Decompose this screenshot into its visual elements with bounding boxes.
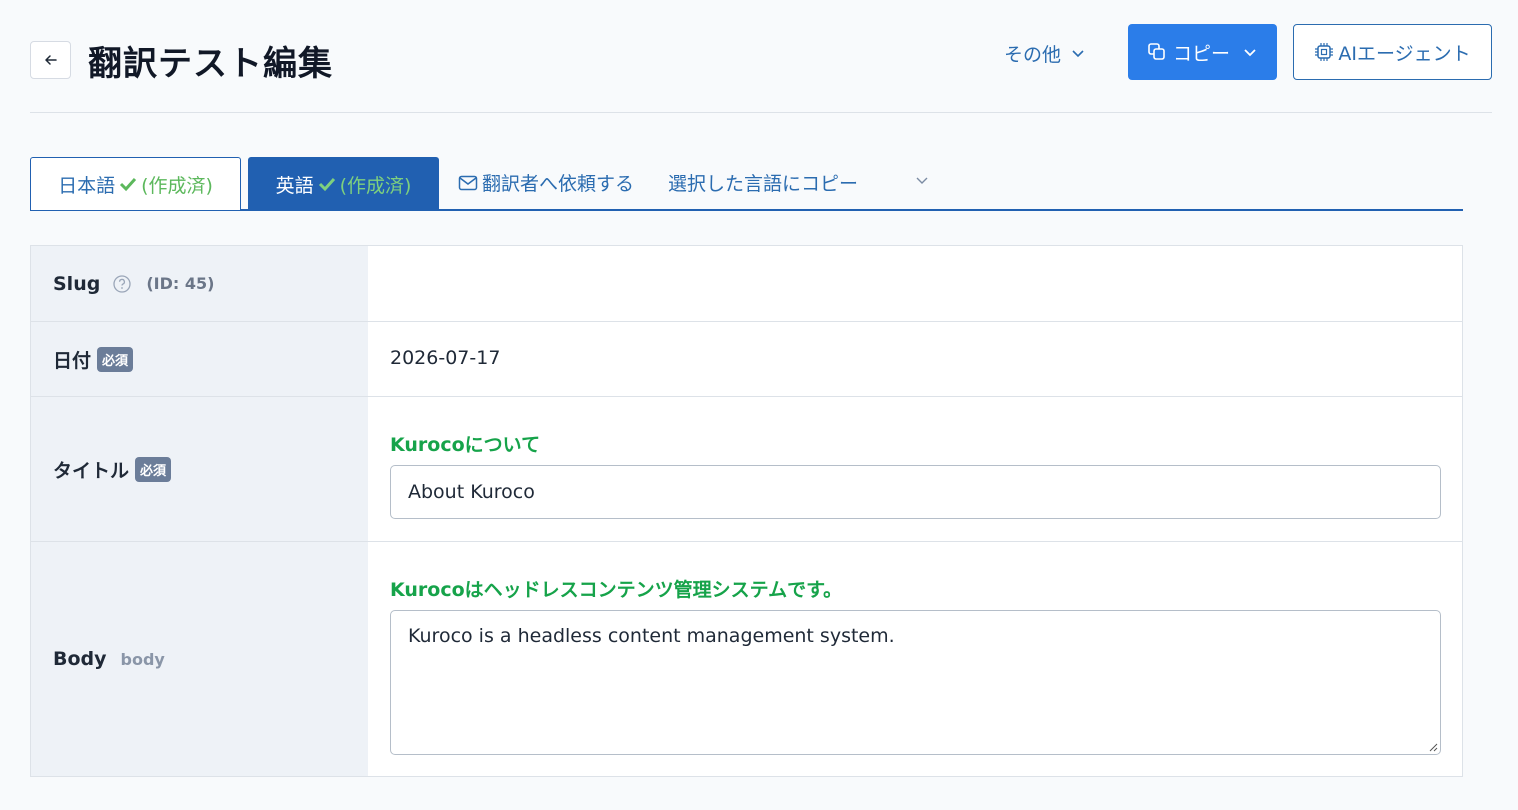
field-value-cell: Kurocoについて About Kuroco: [390, 397, 1442, 541]
copy-icon: [1148, 43, 1165, 60]
tab-status: (作成済): [339, 174, 412, 197]
ai-agent-label: AIエージェント: [1338, 42, 1471, 65]
copy-to-language-label: 選択した言語にコピー: [668, 173, 859, 195]
required-badge: 必須: [97, 346, 134, 372]
copy-button-label: コピー: [1172, 42, 1230, 65]
copy-to-language-link[interactable]: 選択した言語にコピー: [668, 169, 858, 196]
field-key: body: [120, 649, 165, 669]
chevron-down-icon: [916, 177, 928, 184]
copy-button[interactable]: コピー: [1128, 24, 1277, 80]
resize-handle-icon[interactable]: [1428, 742, 1438, 752]
date-value[interactable]: 2026-07-17: [390, 347, 500, 369]
tab-japanese[interactable]: 日本語 (作成済): [30, 157, 241, 210]
body-textarea[interactable]: Kuroco is a headless content management …: [390, 610, 1441, 755]
page-header: 翻訳テスト編集 その他 コピー AIエージェント: [30, 24, 1492, 84]
field-value-cell: [390, 246, 1442, 321]
more-menu-label: その他: [1004, 43, 1062, 66]
form-row-slug: Slug (ID: 45): [31, 246, 1462, 322]
chip-icon: [1315, 43, 1334, 61]
source-reference-text: Kurocoはヘッドレスコンテンツ管理システムです。: [390, 579, 843, 601]
ai-agent-button[interactable]: AIエージェント: [1293, 24, 1492, 80]
field-label-cell: Slug (ID: 45): [31, 246, 368, 321]
language-tabs: 日本語 (作成済) 英語 (作成済) 翻訳者へ依頼する 選択した言語にコピー: [30, 157, 1463, 211]
body-text: Kuroco is a headless content management …: [408, 625, 895, 647]
field-label-cell: タイトル 必須: [31, 397, 368, 541]
request-translator-link[interactable]: 翻訳者へ依頼する: [458, 169, 634, 196]
field-label: タイトル: [53, 459, 130, 482]
check-icon: [120, 177, 137, 192]
check-icon: [318, 177, 335, 192]
chevron-down-icon: [1244, 49, 1256, 57]
required-badge: 必須: [135, 456, 172, 482]
tabs-dropdown-toggle[interactable]: [914, 175, 930, 185]
page-title: 翻訳テスト編集: [88, 44, 333, 84]
arrow-left-icon: [44, 55, 57, 65]
field-value-cell: 2026-07-17: [390, 322, 1442, 396]
slug-id: (ID: 45): [146, 274, 215, 293]
field-label-cell: 日付 必須: [31, 322, 368, 396]
back-button[interactable]: [30, 41, 71, 79]
form-row-body: Body body Kurocoはヘッドレスコンテンツ管理システムです。 Kur…: [31, 542, 1462, 776]
envelope-icon: [458, 175, 478, 190]
tab-status: (作成済): [141, 174, 213, 197]
chevron-down-icon: [1072, 50, 1084, 58]
header-divider: [30, 112, 1492, 113]
field-label-cell: Body body: [31, 542, 368, 776]
field-label: Slug: [53, 272, 101, 295]
field-label: 日付: [53, 349, 92, 372]
tab-english[interactable]: 英語 (作成済): [248, 157, 439, 210]
tab-label: 日本語: [58, 174, 116, 197]
title-input[interactable]: About Kuroco: [390, 465, 1441, 519]
field-value-cell: Kurocoはヘッドレスコンテンツ管理システムです。 Kuroco is a h…: [390, 542, 1442, 776]
form-row-title: タイトル 必須 Kurocoについて About Kuroco: [31, 397, 1462, 542]
edit-form: Slug (ID: 45) 日付 必須 2026-07-17 タイトル 必須 K…: [30, 245, 1463, 777]
field-label: Body: [53, 648, 107, 670]
form-row-date: 日付 必須 2026-07-17: [31, 322, 1462, 397]
tab-label: 英語: [275, 174, 314, 197]
request-translator-label: 翻訳者へ依頼する: [482, 173, 635, 195]
help-icon[interactable]: [112, 274, 132, 294]
source-reference-text: Kurocoについて: [390, 434, 541, 456]
more-menu[interactable]: その他: [1004, 38, 1085, 68]
